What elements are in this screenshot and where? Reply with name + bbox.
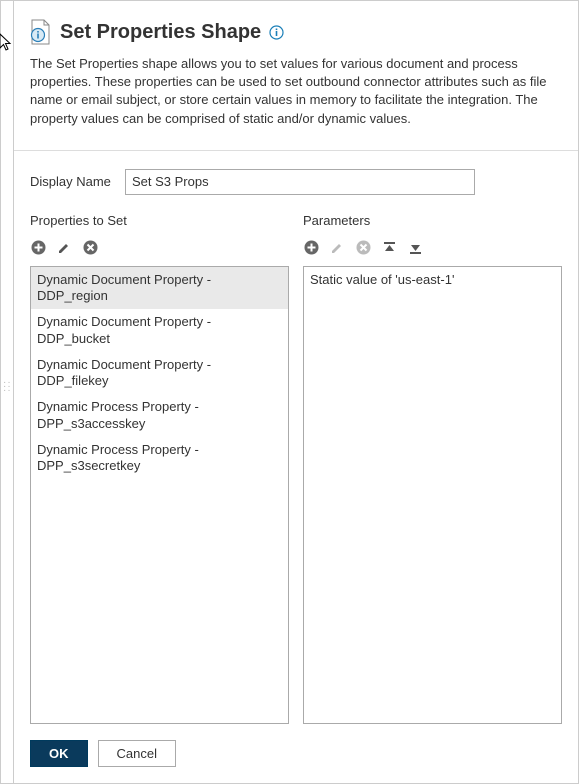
set-properties-dialog: ······ Set Properties Shape Th	[0, 0, 579, 784]
page-info-icon	[30, 19, 52, 45]
dialog-description: The Set Properties shape allows you to s…	[30, 55, 562, 128]
list-item[interactable]: Static value of 'us-east-1'	[304, 267, 561, 293]
delete-icon[interactable]	[82, 240, 98, 256]
list-item[interactable]: Dynamic Document Property - DDP_bucket	[31, 309, 288, 352]
add-icon[interactable]	[30, 240, 46, 256]
ok-button[interactable]: OK	[30, 740, 88, 767]
display-name-input[interactable]	[125, 169, 475, 195]
parameters-list[interactable]: Static value of 'us-east-1'	[303, 266, 562, 724]
list-item[interactable]: Dynamic Document Property - DDP_filekey	[31, 352, 288, 395]
parameters-heading: Parameters	[303, 213, 562, 228]
cursor-icon	[0, 33, 13, 56]
info-icon[interactable]	[269, 25, 284, 40]
drag-handle-icon: ······	[3, 381, 12, 393]
dialog-title: Set Properties Shape	[60, 21, 261, 44]
properties-toolbar	[30, 238, 289, 258]
edit-icon	[329, 240, 345, 256]
list-item[interactable]: Dynamic Process Property - DPP_s3accessk…	[31, 394, 288, 437]
list-item[interactable]: Dynamic Document Property - DDP_region	[31, 267, 288, 310]
properties-list[interactable]: Dynamic Document Property - DDP_regionDy…	[30, 266, 289, 724]
add-icon[interactable]	[303, 240, 319, 256]
list-item[interactable]: Dynamic Process Property - DPP_s3secretk…	[31, 437, 288, 480]
move-top-icon[interactable]	[381, 240, 397, 256]
delete-icon	[355, 240, 371, 256]
properties-heading: Properties to Set	[30, 213, 289, 228]
parameters-toolbar	[303, 238, 562, 258]
edit-icon[interactable]	[56, 240, 72, 256]
display-name-label: Display Name	[30, 174, 125, 189]
move-bottom-icon[interactable]	[407, 240, 423, 256]
cancel-button[interactable]: Cancel	[98, 740, 176, 767]
